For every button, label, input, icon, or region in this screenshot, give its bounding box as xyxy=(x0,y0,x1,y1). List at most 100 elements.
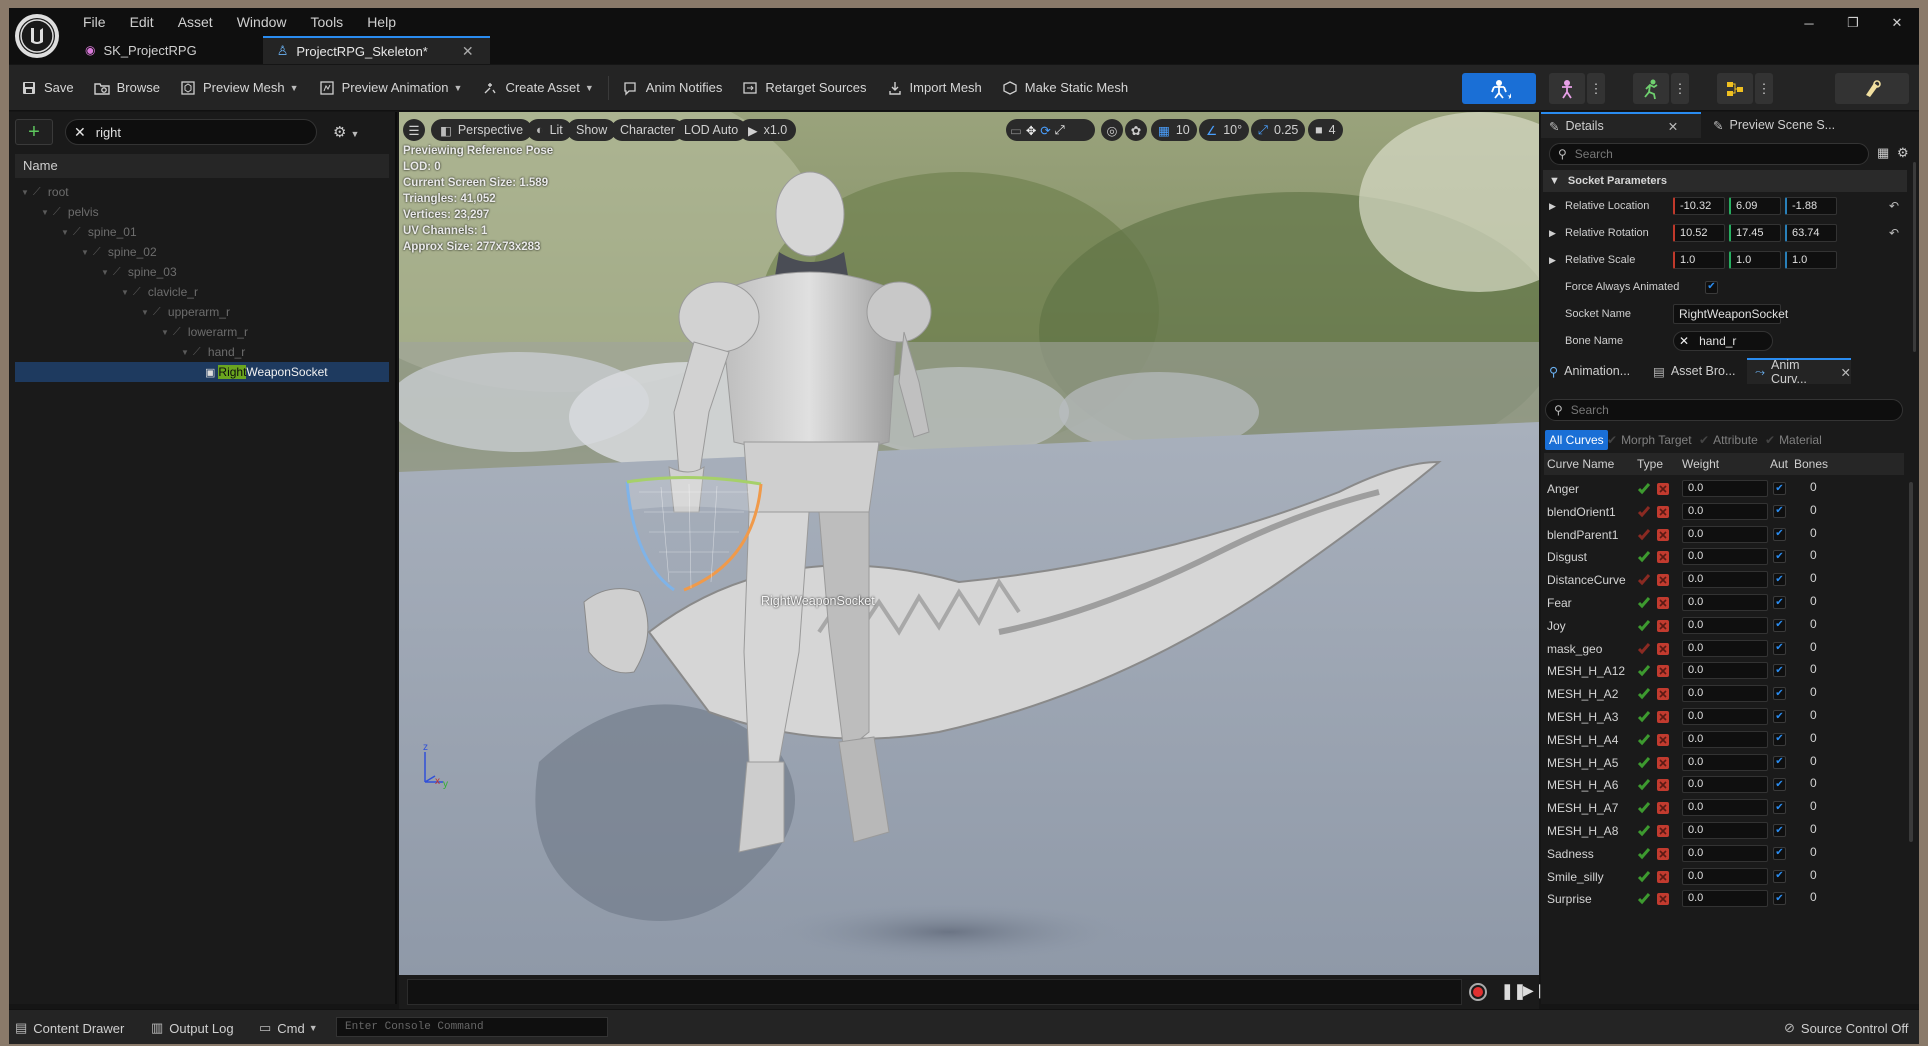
retarget-sources-button[interactable]: Retarget Sources xyxy=(732,73,876,103)
bone-row-upperarm-r[interactable]: ▼ ⟋ upperarm_r xyxy=(15,302,389,322)
bone-row-spine-02[interactable]: ▼ ⟋ spine_02 xyxy=(15,242,389,262)
tab-animation[interactable]: ⚲ Animation... xyxy=(1541,358,1641,384)
expand-arrow-icon[interactable]: ▼ xyxy=(41,208,49,217)
curve-weight-field[interactable]: 0.0 xyxy=(1682,662,1768,680)
curve-auto-checkbox[interactable]: ✔ xyxy=(1773,550,1786,564)
material-filter[interactable]: ✔ Material xyxy=(1765,430,1822,450)
curve-auto-checkbox[interactable]: ✔ xyxy=(1773,482,1786,495)
lod-dropdown[interactable]: LOD Auto xyxy=(675,119,748,141)
curve-row[interactable]: DistanceCurve 0.0 ✔ 0 xyxy=(1544,568,1904,591)
col-weight[interactable]: Weight xyxy=(1682,457,1719,471)
table-view-icon[interactable]: ▦ xyxy=(1877,145,1889,161)
expand-arrow-icon[interactable]: ▼ xyxy=(61,228,69,237)
force-always-animated-checkbox[interactable]: ✔ xyxy=(1705,280,1718,294)
clear-search-icon[interactable]: ✕ xyxy=(74,124,86,141)
viewport-options-button[interactable]: ☰ xyxy=(403,119,425,141)
curve-weight-field[interactable]: 0.0 xyxy=(1682,799,1768,817)
location-x-field[interactable]: -10.32 xyxy=(1673,197,1725,215)
animation-mode-menu[interactable]: ⋮ xyxy=(1671,73,1689,104)
console-command-input[interactable]: Enter Console Command xyxy=(336,1017,608,1037)
location-y-field[interactable]: 6.09 xyxy=(1729,197,1781,215)
expand-arrow-icon[interactable]: ▼ xyxy=(101,268,109,277)
source-control-button[interactable]: ⊘ Source Control Off xyxy=(1784,1018,1908,1038)
cmd-dropdown[interactable]: ▭ Cmd ▼ xyxy=(259,1018,318,1038)
menu-help[interactable]: Help xyxy=(355,11,408,33)
curve-weight-field[interactable]: 0.0 xyxy=(1682,594,1768,611)
maximize-button[interactable]: ❐ xyxy=(1831,12,1875,34)
col-auto[interactable]: Aut xyxy=(1770,457,1788,471)
record-button[interactable] xyxy=(1469,983,1487,1001)
expand-arrow-icon[interactable]: ▼ xyxy=(141,308,149,317)
curve-weight-field[interactable]: 0.0 xyxy=(1682,571,1768,589)
tab-skeleton[interactable]: ♙ ProjectRPG_Skeleton* ✕ xyxy=(262,36,490,64)
expand-arrow-icon[interactable]: ▶ xyxy=(1549,228,1556,239)
scale-z-field[interactable]: 1.0 xyxy=(1785,251,1837,269)
curve-weight-field[interactable]: 0.0 xyxy=(1682,822,1768,839)
tab-anim-curves[interactable]: ⤳ Anim Curv... ✕ xyxy=(1747,358,1851,386)
close-tab-icon[interactable]: ✕ xyxy=(462,43,474,60)
mesh-mode-button[interactable] xyxy=(1549,73,1585,104)
curve-row[interactable]: MESH_H_A4 0.0 ✔ 0 xyxy=(1544,728,1904,751)
preview-mesh-dropdown[interactable]: Preview Mesh ▼ xyxy=(170,73,309,103)
curve-weight-field[interactable]: 0.0 xyxy=(1682,639,1768,657)
expand-arrow-icon[interactable]: ▼ xyxy=(161,328,169,337)
close-tab-icon[interactable]: ✕ xyxy=(1668,119,1678,134)
curve-auto-checkbox[interactable]: ✔ xyxy=(1773,892,1786,906)
menu-window[interactable]: Window xyxy=(225,11,299,33)
morph-target-filter[interactable]: ✔ Morph Target xyxy=(1607,430,1692,450)
rotation-z-field[interactable]: 63.74 xyxy=(1785,224,1837,242)
curve-row[interactable]: MESH_H_A6 0.0 ✔ 0 xyxy=(1544,773,1904,796)
col-type[interactable]: Type xyxy=(1637,457,1663,471)
tab-skeletal-mesh[interactable]: ◉ SK_ProjectRPG xyxy=(71,36,263,64)
details-scrollbar[interactable] xyxy=(1913,162,1916,352)
content-drawer-button[interactable]: ▤ Content Drawer xyxy=(15,1018,124,1038)
curve-auto-checkbox[interactable]: ✔ xyxy=(1773,504,1786,518)
show-dropdown[interactable]: Show xyxy=(567,119,617,141)
grid-snap-button[interactable]: ▦ 10 xyxy=(1151,119,1197,141)
preview-animation-dropdown[interactable]: Preview Animation ▼ xyxy=(309,73,473,103)
skeleton-mode-button[interactable]: ★ xyxy=(1462,73,1536,104)
add-button[interactable]: + xyxy=(15,119,53,145)
details-search[interactable]: ⚲ Search xyxy=(1549,143,1869,165)
expand-arrow-icon[interactable]: ▼ xyxy=(81,248,89,257)
bone-row-lowerarm-r[interactable]: ▼ ⟋ lowerarm_r xyxy=(15,322,389,342)
curve-weight-field[interactable]: 0.0 xyxy=(1682,753,1768,771)
menu-edit[interactable]: Edit xyxy=(118,11,166,33)
browse-button[interactable]: Browse xyxy=(84,73,170,103)
bone-row-hand-r[interactable]: ▼ ⟋ hand_r xyxy=(15,342,389,362)
curve-weight-field[interactable]: 0.0 xyxy=(1682,867,1768,885)
translate-icon[interactable]: ✥ xyxy=(1026,123,1036,138)
curve-auto-checkbox[interactable]: ✔ xyxy=(1773,755,1786,769)
curve-row[interactable]: Smile_silly 0.0 ✔ 0 xyxy=(1544,865,1904,888)
col-bones[interactable]: Bones xyxy=(1794,457,1828,471)
close-tab-icon[interactable]: ✕ xyxy=(1841,365,1851,380)
camera-speed-button[interactable]: ■ 4 xyxy=(1308,119,1343,141)
scale-y-field[interactable]: 1.0 xyxy=(1729,251,1781,269)
perspective-dropdown[interactable]: ◧ Perspective xyxy=(431,119,533,141)
blueprint-mode-menu[interactable]: ⋮ xyxy=(1755,73,1773,104)
curve-row[interactable]: Sadness 0.0 ✔ 0 xyxy=(1544,842,1904,865)
curve-auto-checkbox[interactable]: ✔ xyxy=(1773,664,1786,678)
reset-to-default-icon[interactable]: ↶ xyxy=(1889,199,1899,213)
curve-row[interactable]: MESH_H_A7 0.0 ✔ 0 xyxy=(1544,796,1904,819)
playback-speed-dropdown[interactable]: ▶ x1.0 xyxy=(739,119,797,141)
output-log-button[interactable]: ▥ Output Log xyxy=(151,1018,234,1038)
expand-arrow-icon[interactable]: ▶ xyxy=(1549,255,1556,266)
attribute-filter[interactable]: ✔ Attribute xyxy=(1699,430,1758,450)
bone-name-field[interactable]: ✕ hand_r xyxy=(1673,331,1773,351)
expand-arrow-icon[interactable]: ▼ xyxy=(181,348,189,357)
curve-weight-field[interactable]: 0.0 xyxy=(1682,844,1768,862)
timeline-scrubber[interactable] xyxy=(407,979,1462,1005)
curve-weight-field[interactable]: 0.0 xyxy=(1682,890,1768,908)
curve-weight-field[interactable]: 0.0 xyxy=(1682,776,1768,794)
curve-weight-field[interactable]: 0.0 xyxy=(1682,685,1768,703)
curve-row[interactable]: MESH_H_A12 0.0 ✔ 0 xyxy=(1544,659,1904,682)
curve-auto-checkbox[interactable]: ✔ xyxy=(1773,596,1786,609)
bone-row-clavicle-r[interactable]: ▼ ⟋ clavicle_r xyxy=(15,282,389,302)
socket-row-right-weapon-socket[interactable]: ▣ Right WeaponSocket xyxy=(15,362,389,382)
expand-arrow-icon[interactable]: ▼ xyxy=(21,188,29,197)
select-icon[interactable]: ▭ xyxy=(1010,123,1022,138)
socket-parameters-category[interactable]: ▼ Socket Parameters xyxy=(1543,170,1907,192)
curve-auto-checkbox[interactable]: ✔ xyxy=(1773,801,1786,815)
curve-weight-field[interactable]: 0.0 xyxy=(1682,616,1768,634)
